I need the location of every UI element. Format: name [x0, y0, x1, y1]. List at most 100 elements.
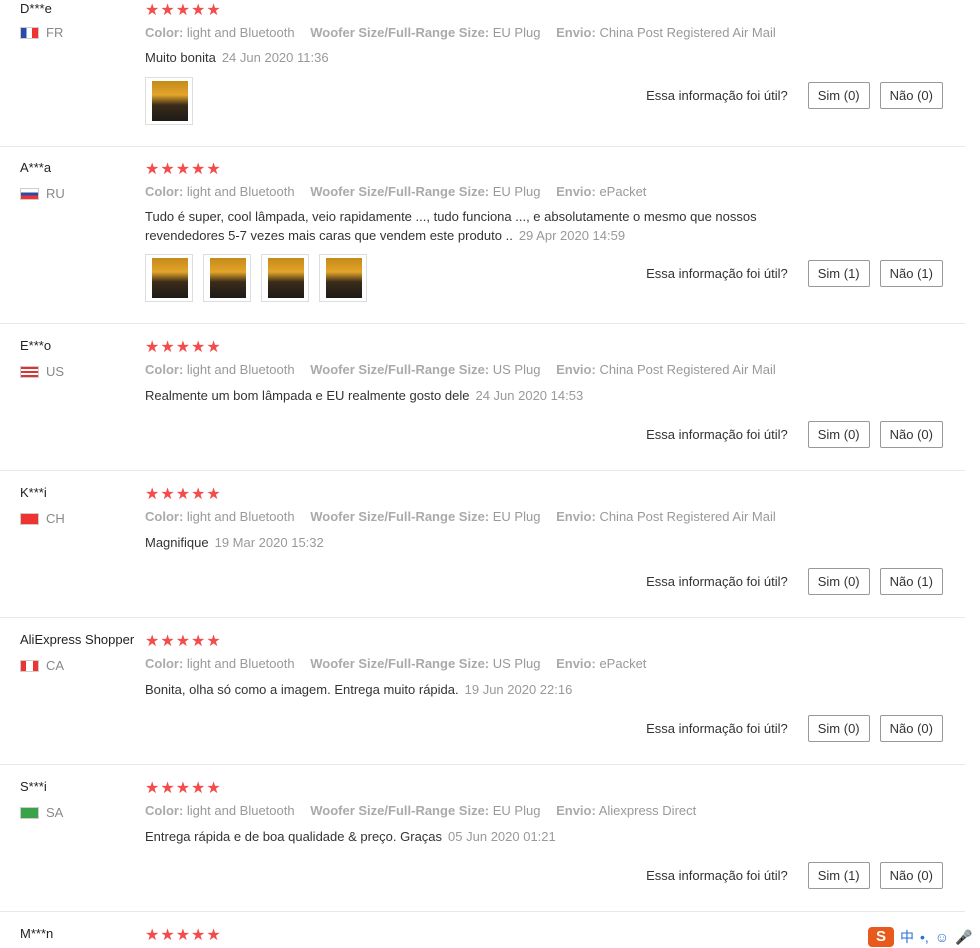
- review-date: 24 Jun 2020 11:36: [221, 50, 329, 65]
- review-text: Muito bonita 24 Jun 2020 11:36: [145, 48, 825, 67]
- country-code: US: [46, 364, 65, 379]
- reviewer-name: M***n: [20, 926, 54, 941]
- ime-emoji-icon[interactable]: ☺: [935, 929, 949, 945]
- review-item: D***e FR ★★★★★ Color: light and Bluetoot…: [0, 0, 965, 147]
- attr-color-value: light and Bluetooth: [186, 803, 295, 818]
- microphone-icon[interactable]: 🎤: [955, 929, 972, 946]
- helpful-yes-button[interactable]: Sim (0): [807, 82, 870, 109]
- attr-woofer-label: Woofer Size/Full-Range Size:: [310, 656, 490, 671]
- reviewer-name: D***e: [20, 1, 52, 16]
- star-rating: ★★★★★: [145, 2, 222, 19]
- star-rating: ★★★★★: [145, 339, 222, 356]
- review-item: E***o US ★★★★★ Color: light and Bluetoot…: [0, 323, 965, 471]
- helpful-no-button[interactable]: Não (0): [879, 82, 943, 109]
- helpful-question: Essa informação foi útil?: [646, 868, 788, 883]
- attr-woofer-label: Woofer Size/Full-Range Size:: [310, 25, 490, 40]
- review-date: 19 Mar 2020 15:32: [214, 535, 324, 550]
- review-item: A***a RU ★★★★★ Color: light and Bluetoot…: [0, 146, 965, 324]
- helpful-question: Essa informação foi útil?: [646, 266, 788, 281]
- attr-color-value: light and Bluetooth: [186, 656, 295, 671]
- helpful-question: Essa informação foi útil?: [646, 427, 788, 442]
- country-code: CA: [46, 658, 65, 673]
- review-attributes: Color: light and Bluetooth Woofer Size/F…: [145, 803, 708, 818]
- helpful-no-button[interactable]: Não (1): [879, 260, 943, 287]
- review-attributes: Color: light and Bluetooth Woofer Size/F…: [145, 509, 788, 524]
- star-rating: ★★★★★: [145, 927, 222, 944]
- star-rating: ★★★★★: [145, 780, 222, 797]
- helpful-no-button[interactable]: Não (1): [879, 568, 943, 595]
- attr-envio-value: ePacket: [599, 184, 647, 199]
- attr-envio-label: Envio:: [556, 25, 596, 40]
- review-attributes: Color: light and Bluetooth Woofer Size/F…: [145, 184, 658, 199]
- reviewer-country: CH: [20, 511, 65, 526]
- flag-sa-icon: [20, 806, 39, 819]
- attr-woofer-value: EU Plug: [492, 184, 541, 199]
- review-date: 24 Jun 2020 14:53: [475, 388, 584, 403]
- review-photo-thumbnail[interactable]: [145, 77, 193, 125]
- attr-envio-label: Envio:: [556, 509, 596, 524]
- review-photo-thumbnail[interactable]: [203, 254, 251, 302]
- reviewer-name: K***i: [20, 485, 47, 500]
- attr-color-value: light and Bluetooth: [186, 362, 295, 377]
- attr-woofer-value: EU Plug: [492, 803, 541, 818]
- helpful-vote: Essa informação foi útil? Sim (0) Não (1…: [646, 568, 943, 595]
- attr-envio-label: Envio:: [556, 656, 596, 671]
- review-date: 05 Jun 2020 01:21: [448, 829, 556, 844]
- star-rating: ★★★★★: [145, 633, 222, 650]
- attr-envio-value: China Post Registered Air Mail: [599, 25, 776, 40]
- flag-fr-icon: [20, 26, 39, 39]
- attr-envio-label: Envio:: [556, 803, 596, 818]
- review-text: Realmente um bom lâmpada e EU realmente …: [145, 386, 825, 405]
- review-attributes: Color: light and Bluetooth Woofer Size/F…: [145, 362, 788, 377]
- review-photo-thumbnail[interactable]: [319, 254, 367, 302]
- helpful-yes-button[interactable]: Sim (1): [807, 260, 870, 287]
- attr-envio-value: ePacket: [599, 656, 647, 671]
- attr-color-value: light and Bluetooth: [186, 509, 295, 524]
- attr-envio-value: Aliexpress Direct: [598, 803, 697, 818]
- star-rating: ★★★★★: [145, 161, 222, 178]
- review-photo-thumbnail[interactable]: [145, 254, 193, 302]
- helpful-vote: Essa informação foi útil? Sim (0) Não (0…: [646, 421, 943, 448]
- review-photo-thumbnail[interactable]: [261, 254, 309, 302]
- helpful-yes-button[interactable]: Sim (0): [807, 568, 870, 595]
- reviewer-name: AliExpress Shopper: [20, 632, 135, 647]
- review-text: Tudo é super, cool lâmpada, veio rapidam…: [145, 207, 825, 245]
- country-code: SA: [46, 805, 64, 820]
- attr-color-value: light and Bluetooth: [186, 25, 295, 40]
- attr-envio-label: Envio:: [556, 362, 596, 377]
- ime-punctuation-icon[interactable]: •,: [920, 929, 929, 945]
- helpful-vote: Essa informação foi útil? Sim (1) Não (0…: [646, 862, 943, 889]
- review-photos: [145, 77, 193, 125]
- review-item: S***i SA ★★★★★ Color: light and Bluetoot…: [0, 764, 965, 912]
- ime-language-toggle[interactable]: 中: [900, 927, 914, 947]
- review-body: Tudo é super, cool lâmpada, veio rapidam…: [145, 209, 757, 243]
- review-item: M***n ★★★★★: [0, 911, 965, 948]
- helpful-no-button[interactable]: Não (0): [879, 862, 943, 889]
- attr-color-value: light and Bluetooth: [186, 184, 295, 199]
- country-code: CH: [46, 511, 65, 526]
- review-date: 19 Jun 2020 22:16: [464, 682, 573, 697]
- country-code: FR: [46, 25, 64, 40]
- review-text: Entrega rápida e de boa qualidade & preç…: [145, 827, 825, 846]
- flag-ch-icon: [20, 512, 39, 525]
- sogou-logo-icon[interactable]: S: [868, 927, 894, 947]
- attr-color-label: Color:: [145, 509, 184, 524]
- attr-woofer-label: Woofer Size/Full-Range Size:: [310, 362, 490, 377]
- attr-color-label: Color:: [145, 362, 184, 377]
- attr-color-label: Color:: [145, 25, 184, 40]
- review-item: K***i CH ★★★★★ Color: light and Bluetoot…: [0, 470, 965, 618]
- review-body: Entrega rápida e de boa qualidade & preç…: [145, 829, 443, 844]
- attr-woofer-value: US Plug: [492, 656, 541, 671]
- helpful-no-button[interactable]: Não (0): [879, 715, 943, 742]
- helpful-yes-button[interactable]: Sim (0): [807, 715, 870, 742]
- helpful-no-button[interactable]: Não (0): [879, 421, 943, 448]
- flag-ru-icon: [20, 187, 39, 200]
- attr-envio-value: China Post Registered Air Mail: [599, 509, 776, 524]
- helpful-yes-button[interactable]: Sim (1): [807, 862, 870, 889]
- helpful-yes-button[interactable]: Sim (0): [807, 421, 870, 448]
- review-text: Bonita, olha só como a imagem. Entrega m…: [145, 680, 825, 699]
- attr-woofer-label: Woofer Size/Full-Range Size:: [310, 803, 490, 818]
- helpful-vote: Essa informação foi útil? Sim (0) Não (0…: [646, 715, 943, 742]
- attr-color-label: Color:: [145, 656, 184, 671]
- attr-color-label: Color:: [145, 184, 184, 199]
